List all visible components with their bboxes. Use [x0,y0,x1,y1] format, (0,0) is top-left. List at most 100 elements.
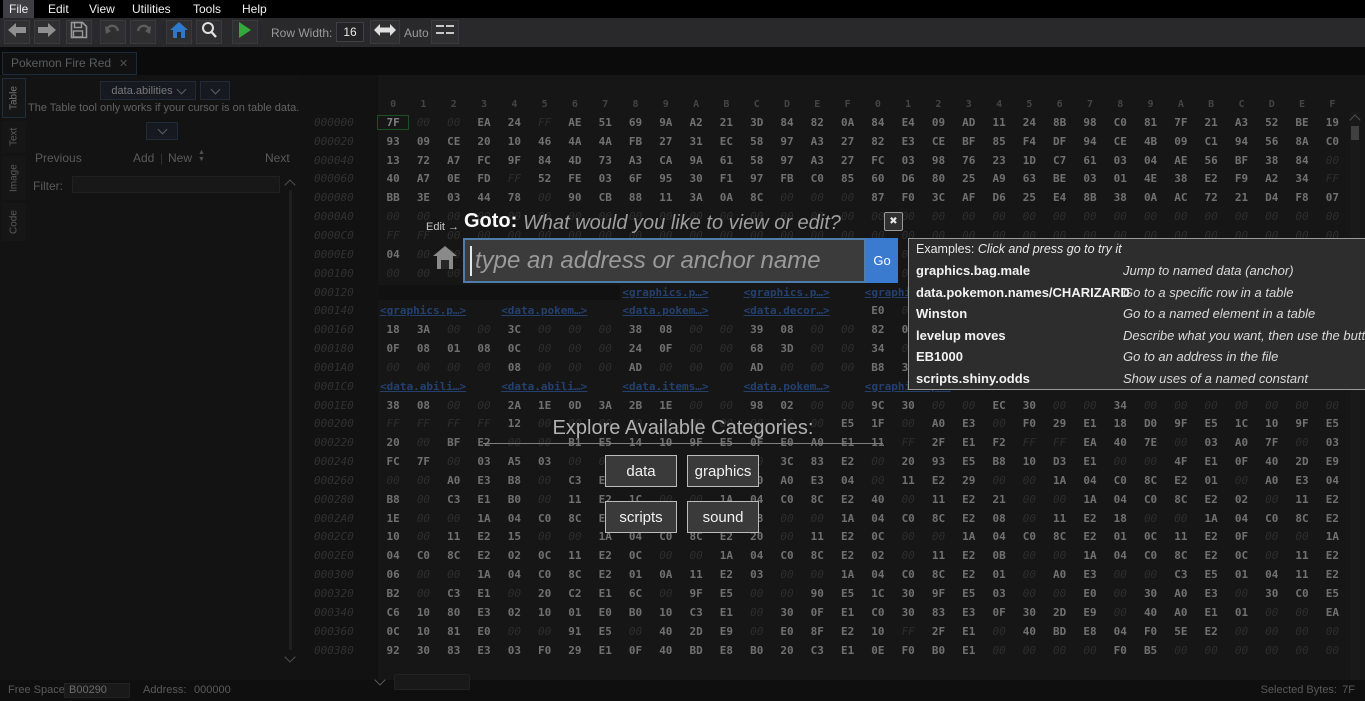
hex-byte[interactable]: 84 [1287,154,1317,167]
hex-byte[interactable]: 00 [408,474,438,487]
hex-byte[interactable]: 68 [742,342,772,355]
hex-byte[interactable]: 3A [408,323,438,336]
hex-byte[interactable]: E5 [1196,568,1226,581]
hex-byte[interactable]: E5 [590,625,620,638]
hex-byte[interactable]: 21 [1196,116,1226,129]
hex-byte[interactable]: 00 [378,210,408,223]
hex-byte[interactable]: EA [469,116,499,129]
hex-byte[interactable]: 00 [651,361,681,374]
hex-byte[interactable]: 04 [742,549,772,562]
hex-byte[interactable]: 00 [560,323,590,336]
hex-byte[interactable]: 11 [1287,549,1317,562]
hex-byte[interactable]: 02 [863,549,893,562]
hex-byte[interactable]: F9 [1226,172,1256,185]
hex-byte[interactable]: 06 [378,568,408,581]
hex-byte[interactable]: 30 [1014,606,1044,619]
hex-byte[interactable]: E1 [954,436,984,449]
hex-byte[interactable]: A0 [923,417,953,430]
hex-byte[interactable]: 00 [1045,587,1075,600]
hex-byte[interactable]: CE [1105,135,1135,148]
hex-byte[interactable]: C0 [772,549,802,562]
hex-byte[interactable]: 03 [1317,436,1347,449]
hex-byte[interactable]: E2 [590,568,620,581]
hex-byte[interactable]: B0 [620,606,650,619]
hex-byte[interactable]: E2 [954,493,984,506]
hex-byte[interactable]: 84 [863,116,893,129]
hex-byte[interactable]: 00 [711,399,741,412]
hex-byte[interactable]: 24 [499,116,529,129]
hex-byte[interactable]: 1E [651,399,681,412]
hex-byte[interactable]: 40 [1257,455,1287,468]
hex-byte[interactable]: 00 [439,323,469,336]
hex-byte[interactable]: FC [863,154,893,167]
hex-byte[interactable]: E0 [469,625,499,638]
hex-byte[interactable]: 27 [832,154,862,167]
hex-byte[interactable]: 11 [439,530,469,543]
hex-byte[interactable]: 2F [923,625,953,638]
hex-byte[interactable]: 00 [772,361,802,374]
hex-byte[interactable]: 93 [378,135,408,148]
hex-byte[interactable]: 9F [499,154,529,167]
hex-byte[interactable]: A0 [1257,474,1287,487]
hex-byte[interactable]: AE [560,116,590,129]
hex-byte[interactable]: 82 [863,323,893,336]
hex-byte[interactable]: F2 [984,436,1014,449]
hex-byte[interactable]: 08 [651,323,681,336]
hex-byte[interactable]: 11 [1287,568,1317,581]
hex-byte[interactable]: F8 [1287,191,1317,204]
hex-byte[interactable]: 00 [1257,644,1287,657]
hex-byte[interactable]: 82 [863,135,893,148]
hex-byte[interactable]: 0A [651,568,681,581]
hex-byte[interactable]: 0A [832,116,862,129]
hex-byte[interactable]: 00 [1287,436,1317,449]
hex-byte[interactable]: 00 [954,399,984,412]
hex-byte[interactable]: E2 [954,568,984,581]
hex-byte[interactable]: 30 [893,399,923,412]
hex-byte[interactable]: E1 [1196,455,1226,468]
hex-byte[interactable]: 25 [1014,191,1044,204]
hex-byte[interactable]: E0 [1075,587,1105,600]
hex-byte[interactable]: 83 [802,455,832,468]
tool-tab-image[interactable]: Image [2,156,26,200]
hex-byte[interactable]: BE [1045,172,1075,185]
hex-byte[interactable]: 00 [408,116,438,129]
hex-byte[interactable]: 58 [742,135,772,148]
hex-byte[interactable]: 84 [529,154,559,167]
category-sound-button[interactable]: sound [687,501,759,533]
hex-byte[interactable]: 00 [1287,625,1317,638]
hex-byte[interactable]: 00 [529,474,559,487]
hex-byte[interactable]: 4B [1135,135,1165,148]
hex-byte[interactable]: 9F [1287,417,1317,430]
hex-byte[interactable]: 98 [923,154,953,167]
spinner-stepper[interactable]: ▲▼ [198,149,205,163]
hex-byte[interactable]: BD [1045,625,1075,638]
hex-byte[interactable]: 00 [1257,493,1287,506]
hex-byte[interactable]: E2 [1317,493,1347,506]
hex-byte[interactable]: BF [954,135,984,148]
example-name[interactable]: scripts.shiny.odds [916,371,1030,386]
hex-empty-cell[interactable] [590,285,620,300]
hex-byte[interactable]: 00 [772,512,802,525]
hex-byte[interactable]: 00 [1045,644,1075,657]
hex-empty-cell[interactable] [529,285,559,300]
hex-anchor-link[interactable]: <graphics.p…> [742,286,863,299]
hex-byte[interactable]: 7E [1135,436,1165,449]
hex-byte[interactable]: E2 [1317,549,1347,562]
hex-byte[interactable]: 18 [1105,417,1135,430]
hex-byte[interactable]: 40 [1014,625,1044,638]
hex-byte[interactable]: 8C [560,568,590,581]
hex-byte[interactable]: 1A [1075,549,1105,562]
hex-byte[interactable]: D0 [1135,417,1165,430]
hex-byte[interactable]: 60 [863,172,893,185]
hex-byte[interactable]: 98 [1075,116,1105,129]
hex-byte[interactable]: 00 [1287,606,1317,619]
hex-byte[interactable]: 13 [378,154,408,167]
hex-byte[interactable]: 0E [439,172,469,185]
hex-byte[interactable]: 00 [1166,644,1196,657]
hex-byte[interactable]: 11 [1166,530,1196,543]
hex-byte[interactable]: 38 [1166,172,1196,185]
hex-byte[interactable]: E3 [469,644,499,657]
hex-byte[interactable]: 00 [802,191,832,204]
hex-byte[interactable]: 9C [863,399,893,412]
hex-byte[interactable]: 40 [863,493,893,506]
